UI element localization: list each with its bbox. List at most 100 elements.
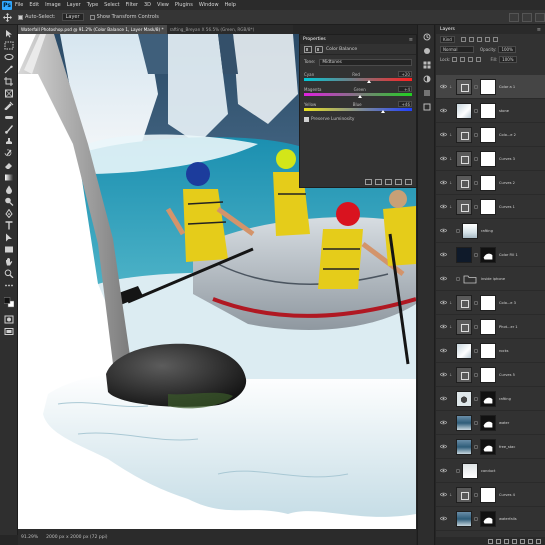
- slider-knob[interactable]: [366, 80, 371, 83]
- view-previous-icon[interactable]: [375, 179, 382, 185]
- layer-thumbnail[interactable]: [456, 102, 472, 119]
- layer-thumbnail[interactable]: [456, 366, 472, 383]
- layer-mask-thumbnail[interactable]: [480, 150, 496, 167]
- layer-thumbnail[interactable]: [456, 126, 472, 143]
- eye-icon[interactable]: [439, 467, 447, 475]
- layer-row[interactable]: inside iphone: [436, 267, 545, 291]
- layer-thumbnail[interactable]: [456, 78, 472, 95]
- layer-mask-thumbnail[interactable]: [480, 510, 496, 527]
- layer-name[interactable]: Curves 3: [499, 157, 525, 161]
- slider-knob[interactable]: [358, 95, 363, 98]
- smart-object-filter-icon[interactable]: [492, 36, 498, 42]
- layer-mask-thumbnail[interactable]: [480, 102, 496, 119]
- panel-menu-icon[interactable]: ≡: [537, 27, 541, 33]
- menu-window[interactable]: Window: [199, 2, 219, 8]
- zoom-tool-icon[interactable]: [4, 269, 14, 278]
- layer-row[interactable]: rafting: [436, 219, 545, 243]
- marquee-tool-icon[interactable]: [4, 41, 14, 50]
- color-swatches-icon[interactable]: [4, 297, 14, 309]
- slider-value-field[interactable]: +20: [397, 71, 412, 77]
- properties-header[interactable]: Properties ≡: [300, 35, 416, 44]
- path-selection-tool-icon[interactable]: [4, 233, 14, 242]
- layer-row[interactable]: ↓ Color a 1: [436, 75, 545, 99]
- libraries-icon[interactable]: [423, 103, 431, 111]
- layer-mask-thumbnail[interactable]: [480, 438, 496, 455]
- reset-icon[interactable]: [385, 179, 392, 185]
- mask-link-icon[interactable]: [474, 372, 478, 377]
- eye-icon[interactable]: [439, 155, 447, 163]
- layer-name[interactable]: Color a 1: [499, 85, 525, 89]
- rectangle-tool-icon[interactable]: [4, 245, 14, 254]
- layer-name[interactable]: free_stac: [499, 445, 525, 449]
- layer-name[interactable]: Color Fill 1: [499, 253, 525, 257]
- menu-view[interactable]: View: [157, 2, 169, 8]
- eye-icon[interactable]: [439, 443, 447, 451]
- layer-row[interactable]: ↓ Colo...e 2: [436, 123, 545, 147]
- eye-icon[interactable]: [439, 131, 447, 139]
- eye-icon[interactable]: [439, 515, 447, 523]
- pen-tool-icon[interactable]: [4, 209, 14, 218]
- layers-tab[interactable]: Layers: [440, 27, 455, 32]
- layer-row[interactable]: ↓ Curves 5: [436, 363, 545, 387]
- layer-select-dropdown[interactable]: Layer: [61, 13, 84, 21]
- pixel-filter-icon[interactable]: [460, 36, 466, 42]
- layer-row[interactable]: ↓ Curves 3: [436, 147, 545, 171]
- layer-row[interactable]: rocks: [436, 339, 545, 363]
- workspace-icon[interactable]: [522, 12, 532, 22]
- layer-name[interactable]: Curves 4: [499, 493, 525, 497]
- layer-mask-thumbnail[interactable]: [480, 486, 496, 503]
- mask-link-icon[interactable]: [474, 300, 478, 305]
- healing-brush-tool-icon[interactable]: [4, 113, 14, 122]
- layer-thumbnail[interactable]: [456, 246, 472, 263]
- layer-name[interactable]: conduct: [481, 469, 507, 473]
- properties-icon[interactable]: [423, 89, 431, 97]
- layer-name[interactable]: water: [499, 421, 525, 425]
- history-brush-tool-icon[interactable]: [4, 149, 14, 158]
- menu-3d[interactable]: 3D: [144, 2, 151, 8]
- layer-mask-thumbnail[interactable]: [480, 198, 496, 215]
- slider-track[interactable]: [304, 108, 412, 113]
- mask-link-icon[interactable]: [474, 492, 478, 497]
- new-group-icon[interactable]: [520, 538, 525, 544]
- layer-thumbnail[interactable]: [462, 222, 478, 239]
- tone-dropdown[interactable]: Midtones: [319, 59, 412, 66]
- layer-row[interactable]: ↓ Curves 4: [436, 483, 545, 507]
- layer-row[interactable]: water: [436, 411, 545, 435]
- zoom-readout[interactable]: 91.29%: [21, 535, 38, 540]
- layer-thumbnail[interactable]: [456, 318, 472, 335]
- mask-link-icon[interactable]: [474, 84, 478, 89]
- layer-thumbnail[interactable]: [456, 438, 472, 455]
- color-icon[interactable]: [423, 47, 431, 55]
- type-filter-icon[interactable]: [476, 36, 482, 42]
- eye-icon[interactable]: [439, 299, 447, 307]
- layer-mask-thumbnail[interactable]: [480, 390, 496, 407]
- menu-select[interactable]: Select: [104, 2, 119, 8]
- layer-name[interactable]: Colo...e 2: [499, 133, 525, 137]
- slider-value-field[interactable]: +46: [398, 101, 412, 107]
- fill-field[interactable]: 100%: [499, 55, 517, 63]
- trash-icon[interactable]: [536, 538, 541, 544]
- layer-mask-thumbnail[interactable]: [480, 414, 496, 431]
- layer-row[interactable]: conduct: [436, 459, 545, 483]
- layer-name[interactable]: rocks: [499, 349, 525, 353]
- mask-link-icon[interactable]: [474, 420, 478, 425]
- eye-icon[interactable]: [439, 203, 447, 211]
- document-info[interactable]: 2000 px x 2000 px (72 ppi): [46, 535, 107, 540]
- layer-thumbnail[interactable]: [456, 198, 472, 215]
- eye-icon[interactable]: [439, 275, 447, 283]
- layer-thumbnail[interactable]: [456, 174, 472, 191]
- layer-row[interactable]: ↓ Curves 2: [436, 171, 545, 195]
- clone-stamp-tool-icon[interactable]: [4, 137, 14, 146]
- mask-link-icon[interactable]: [474, 396, 478, 401]
- mask-link-icon[interactable]: [474, 156, 478, 161]
- layer-name[interactable]: Curves 1: [499, 205, 525, 209]
- layer-mask-thumbnail[interactable]: [480, 318, 496, 335]
- history-icon[interactable]: [423, 33, 431, 41]
- mask-link-icon[interactable]: [474, 348, 478, 353]
- eye-icon[interactable]: [439, 347, 447, 355]
- magic-wand-tool-icon[interactable]: [4, 65, 14, 74]
- eraser-tool-icon[interactable]: [4, 161, 14, 170]
- menu-plugins[interactable]: Plugins: [175, 2, 193, 8]
- mask-link-icon[interactable]: [474, 132, 478, 137]
- document-tab-inactive[interactable]: rafting_Breyan X 56.5% (Green, RGB/8*): [167, 25, 258, 34]
